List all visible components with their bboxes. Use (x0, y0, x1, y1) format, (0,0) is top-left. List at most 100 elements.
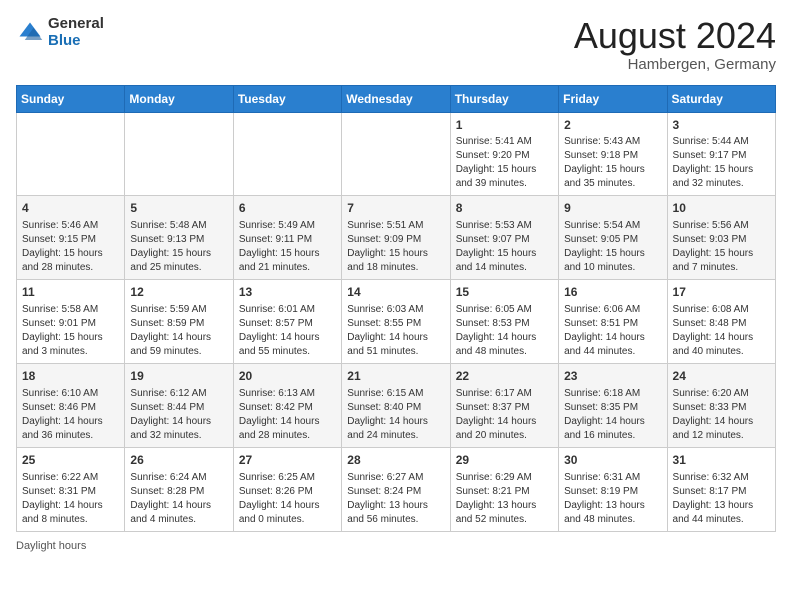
weekday-header-sunday: Sunday (17, 85, 125, 112)
day-number: 25 (22, 452, 119, 469)
calendar-cell: 14 Sunrise: 6:03 AM Sunset: 8:55 PM Dayli… (342, 280, 450, 364)
day-number: 17 (673, 284, 770, 301)
weekday-header-friday: Friday (559, 85, 667, 112)
day-number: 29 (456, 452, 553, 469)
day-info: Sunrise: 6:18 AM Sunset: 8:35 PM Dayligh… (564, 387, 661, 443)
calendar-cell: 4 Sunrise: 5:46 AM Sunset: 9:15 PM Daylig… (17, 196, 125, 280)
day-info: Sunrise: 5:53 AM Sunset: 9:07 PM Dayligh… (456, 219, 553, 275)
day-info: Sunrise: 6:24 AM Sunset: 8:28 PM Dayligh… (130, 471, 227, 527)
day-number: 22 (456, 368, 553, 385)
day-number: 18 (22, 368, 119, 385)
day-number: 10 (673, 200, 770, 217)
day-number: 16 (564, 284, 661, 301)
day-number: 4 (22, 200, 119, 217)
day-info: Sunrise: 5:46 AM Sunset: 9:15 PM Dayligh… (22, 219, 119, 275)
day-info: Sunrise: 6:12 AM Sunset: 8:44 PM Dayligh… (130, 387, 227, 443)
calendar-cell: 11Sunrise: 5:58 AM Sunset: 9:01 PM Dayli… (17, 280, 125, 364)
day-info: Sunrise: 6:01 AM Sunset: 8:57 PM Dayligh… (239, 303, 336, 359)
day-info: Sunrise: 5:58 AM Sunset: 9:01 PM Dayligh… (22, 303, 119, 359)
weekday-header-monday: Monday (125, 85, 233, 112)
calendar-cell: 7 Sunrise: 5:51 AM Sunset: 9:09 PM Daylig… (342, 196, 450, 280)
calendar-cell: 9 Sunrise: 5:54 AM Sunset: 9:05 PM Daylig… (559, 196, 667, 280)
month-year-title: August 2024 (574, 16, 776, 56)
calendar-cell: 29Sunrise: 6:29 AM Sunset: 8:21 PM Dayli… (450, 447, 558, 531)
calendar-cell: 5 Sunrise: 5:48 AM Sunset: 9:13 PM Daylig… (125, 196, 233, 280)
day-info: Sunrise: 5:43 AM Sunset: 9:18 PM Dayligh… (564, 135, 661, 191)
calendar-cell: 31 Sunrise: 6:32 AM Sunset: 8:17 PM Dayli… (667, 447, 775, 531)
day-info: Sunrise: 5:41 AM Sunset: 9:20 PM Dayligh… (456, 135, 553, 191)
calendar-cell: 27 Sunrise: 6:25 AM Sunset: 8:26 PM Dayli… (233, 447, 341, 531)
day-info: Sunrise: 6:32 AM Sunset: 8:17 PM Dayligh… (673, 471, 770, 527)
day-number: 1 (456, 117, 553, 134)
day-number: 20 (239, 368, 336, 385)
calendar-week-row: 18Sunrise: 6:10 AM Sunset: 8:46 PM Dayli… (17, 363, 776, 447)
day-info: Sunrise: 5:51 AM Sunset: 9:09 PM Dayligh… (347, 219, 444, 275)
weekday-header-saturday: Saturday (667, 85, 775, 112)
calendar-cell: 6Sunrise: 5:49 AM Sunset: 9:11 PM Daylig… (233, 196, 341, 280)
calendar-week-row: 1Sunrise: 5:41 AM Sunset: 9:20 PM Daylig… (17, 112, 776, 196)
day-info: Sunrise: 6:20 AM Sunset: 8:33 PM Dayligh… (673, 387, 770, 443)
calendar-cell: 25 Sunrise: 6:22 AM Sunset: 8:31 PM Dayli… (17, 447, 125, 531)
day-number: 21 (347, 368, 444, 385)
calendar-cell: 3Sunrise: 5:44 AM Sunset: 9:17 PM Daylig… (667, 112, 775, 196)
day-info: Sunrise: 6:25 AM Sunset: 8:26 PM Dayligh… (239, 471, 336, 527)
calendar-cell: 23 Sunrise: 6:18 AM Sunset: 8:35 PM Dayli… (559, 363, 667, 447)
day-number: 27 (239, 452, 336, 469)
calendar-cell (233, 112, 341, 196)
day-info: Sunrise: 6:08 AM Sunset: 8:48 PM Dayligh… (673, 303, 770, 359)
calendar-cell (342, 112, 450, 196)
day-info: Sunrise: 6:22 AM Sunset: 8:31 PM Dayligh… (22, 471, 119, 527)
calendar-cell (125, 112, 233, 196)
weekday-header-wednesday: Wednesday (342, 85, 450, 112)
calendar-cell: 19 Sunrise: 6:12 AM Sunset: 8:44 PM Dayli… (125, 363, 233, 447)
day-number: 23 (564, 368, 661, 385)
day-info: Sunrise: 5:48 AM Sunset: 9:13 PM Dayligh… (130, 219, 227, 275)
day-info: Sunrise: 6:15 AM Sunset: 8:40 PM Dayligh… (347, 387, 444, 443)
logo-icon (16, 19, 44, 47)
day-number: 28 (347, 452, 444, 469)
logo-blue-text: Blue (48, 33, 104, 50)
day-info: Sunrise: 5:49 AM Sunset: 9:11 PM Dayligh… (239, 219, 336, 275)
day-number: 7 (347, 200, 444, 217)
footer: Daylight hours (16, 540, 776, 552)
weekday-header-tuesday: Tuesday (233, 85, 341, 112)
day-info: Sunrise: 6:27 AM Sunset: 8:24 PM Dayligh… (347, 471, 444, 527)
day-number: 12 (130, 284, 227, 301)
calendar-cell: 16 Sunrise: 6:06 AM Sunset: 8:51 PM Dayli… (559, 280, 667, 364)
day-number: 9 (564, 200, 661, 217)
calendar-cell: 26Sunrise: 6:24 AM Sunset: 8:28 PM Dayli… (125, 447, 233, 531)
logo: General Blue (16, 16, 104, 49)
day-info: Sunrise: 6:03 AM Sunset: 8:55 PM Dayligh… (347, 303, 444, 359)
calendar-table: SundayMondayTuesdayWednesdayThursdayFrid… (16, 85, 776, 532)
calendar-cell: 2Sunrise: 5:43 AM Sunset: 9:18 PM Daylig… (559, 112, 667, 196)
calendar-cell: 15Sunrise: 6:05 AM Sunset: 8:53 PM Dayli… (450, 280, 558, 364)
calendar-cell: 22 Sunrise: 6:17 AM Sunset: 8:37 PM Dayli… (450, 363, 558, 447)
day-info: Sunrise: 5:54 AM Sunset: 9:05 PM Dayligh… (564, 219, 661, 275)
day-number: 19 (130, 368, 227, 385)
day-info: Sunrise: 5:56 AM Sunset: 9:03 PM Dayligh… (673, 219, 770, 275)
calendar-cell: 17 Sunrise: 6:08 AM Sunset: 8:48 PM Dayli… (667, 280, 775, 364)
day-info: Sunrise: 6:17 AM Sunset: 8:37 PM Dayligh… (456, 387, 553, 443)
day-number: 14 (347, 284, 444, 301)
calendar-week-row: 11Sunrise: 5:58 AM Sunset: 9:01 PM Dayli… (17, 280, 776, 364)
calendar-cell: 20Sunrise: 6:13 AM Sunset: 8:42 PM Dayli… (233, 363, 341, 447)
location-subtitle: Hambergen, Germany (574, 56, 776, 73)
logo-general-text: General (48, 16, 104, 33)
weekday-header-thursday: Thursday (450, 85, 558, 112)
day-info: Sunrise: 6:06 AM Sunset: 8:51 PM Dayligh… (564, 303, 661, 359)
day-number: 13 (239, 284, 336, 301)
day-number: 15 (456, 284, 553, 301)
day-number: 31 (673, 452, 770, 469)
calendar-cell: 28 Sunrise: 6:27 AM Sunset: 8:24 PM Dayli… (342, 447, 450, 531)
day-info: Sunrise: 6:31 AM Sunset: 8:19 PM Dayligh… (564, 471, 661, 527)
calendar-cell: 21 Sunrise: 6:15 AM Sunset: 8:40 PM Dayli… (342, 363, 450, 447)
calendar-cell: 8Sunrise: 5:53 AM Sunset: 9:07 PM Daylig… (450, 196, 558, 280)
day-info: Sunrise: 5:59 AM Sunset: 8:59 PM Dayligh… (130, 303, 227, 359)
calendar-cell: 12 Sunrise: 5:59 AM Sunset: 8:59 PM Dayli… (125, 280, 233, 364)
day-number: 5 (130, 200, 227, 217)
day-number: 2 (564, 117, 661, 134)
day-number: 24 (673, 368, 770, 385)
calendar-week-row: 4 Sunrise: 5:46 AM Sunset: 9:15 PM Daylig… (17, 196, 776, 280)
day-number: 30 (564, 452, 661, 469)
calendar-cell: 30 Sunrise: 6:31 AM Sunset: 8:19 PM Dayli… (559, 447, 667, 531)
